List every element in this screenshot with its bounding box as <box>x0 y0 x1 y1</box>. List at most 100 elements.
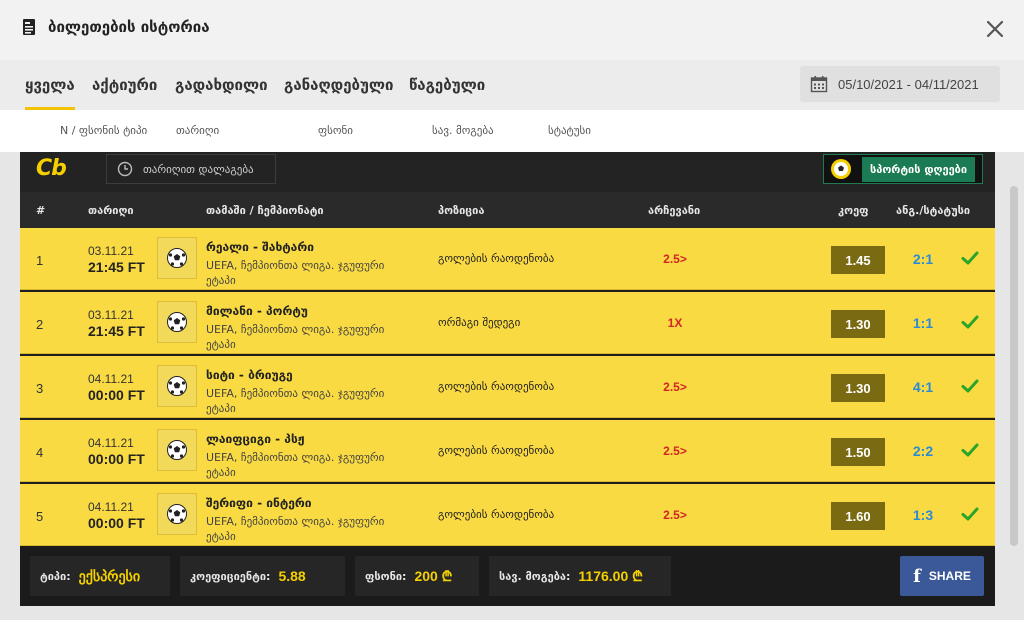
ticket-toolbar: Cb თარიღით დალაგება სპორტის დღეები <box>20 152 995 192</box>
row-odds: 1.30 <box>831 374 885 402</box>
check-icon <box>960 440 980 460</box>
row-league: UEFA, ჩემპიონთა ლიგა. ჯგუფური ეტაპი <box>206 451 385 479</box>
ticket-potential-win: სავ. მოგება: 1176.00 ₾ <box>489 556 671 596</box>
check-icon <box>960 248 980 268</box>
table-row[interactable]: 4 04.11.21 00:00 FT ლაიფციგი - პსჟ UEFA,… <box>20 420 995 482</box>
date-range-picker[interactable]: 05/10/2021 - 04/11/2021 <box>800 66 1000 102</box>
sort-by-date-button[interactable]: თარიღით დალაგება <box>106 154 276 184</box>
check-icon <box>960 312 980 332</box>
row-outcome: 2.5> <box>663 252 687 266</box>
row-num: 4 <box>36 445 44 460</box>
col-status: სტატუსი <box>548 124 591 137</box>
ticket-type: ტიპი: ექსპრესი <box>30 556 170 596</box>
row-time: 21:45 FT <box>88 259 145 275</box>
row-league: UEFA, ჩემპიონთა ლიგა. ჯგუფური ეტაპი <box>206 323 385 351</box>
row-outcome: 2.5> <box>663 508 687 522</box>
row-teams: ლაიფციგი - პსჟ <box>206 432 305 446</box>
row-outcome: 2.5> <box>663 444 687 458</box>
facebook-icon: f <box>913 565 921 587</box>
tab-active[interactable]: აქტიური <box>92 76 157 94</box>
calendar-icon <box>810 75 828 93</box>
soccer-ball-icon <box>157 301 197 343</box>
clock-icon <box>117 161 133 177</box>
row-teams: სიტი - ბრიუგე <box>206 368 293 382</box>
th-event: თამაში / ჩემპიონატი <box>206 204 324 217</box>
row-time: 00:00 FT <box>88 451 145 467</box>
row-date: 04.11.21 <box>88 372 134 386</box>
th-result: ანგ./სტატუსი <box>896 204 971 217</box>
row-market: გოლების რაოდენობა <box>438 508 555 521</box>
row-market: გოლების რაოდენობა <box>438 444 555 457</box>
row-date: 04.11.21 <box>88 436 134 450</box>
row-time: 00:00 FT <box>88 387 145 403</box>
row-odds: 1.45 <box>831 246 885 274</box>
ticket-doc-icon <box>22 18 36 36</box>
row-teams: შერიფი - ინტერი <box>206 496 312 510</box>
modal-title-text: ბილეთების ისტორია <box>48 18 210 36</box>
potential-win-value: 1176.00 ₾ <box>578 567 643 584</box>
stake-value: 200 ₾ <box>414 567 453 584</box>
date-range-value: 05/10/2021 - 04/11/2021 <box>838 76 979 92</box>
scrollbar[interactable] <box>1010 186 1018 546</box>
table-row[interactable]: 1 03.11.21 21:45 FT რეალი - შახტარი UEFA… <box>20 228 995 290</box>
potential-win-label: სავ. მოგება: <box>499 569 571 583</box>
ticket-list[interactable]: Cb თარიღით დალაგება სპორტის დღეები # თარ… <box>0 152 1024 620</box>
row-score: 2:1 <box>912 251 934 267</box>
tab-paid[interactable]: გადახდილი <box>175 76 268 94</box>
soccer-ball-icon <box>157 237 197 279</box>
th-outcome: არჩევანი <box>648 204 701 217</box>
soccer-ball-icon <box>157 493 197 535</box>
ticket-table-header: # თარიღი თამაში / ჩემპიონატი პოზიცია არჩ… <box>20 192 995 228</box>
row-outcome: 1X <box>667 316 683 330</box>
soccer-ball-icon <box>830 158 852 180</box>
row-outcome: 2.5> <box>663 380 687 394</box>
ticket-coefficient: კოეფიციენტი: 5.88 <box>180 556 345 596</box>
row-market: ორმაგი შედეგი <box>438 316 521 329</box>
row-date: 04.11.21 <box>88 500 134 514</box>
modal-title: ბილეთების ისტორია <box>22 18 210 36</box>
row-odds: 1.30 <box>831 310 885 338</box>
tab-cashed-out[interactable]: განაღდებული <box>284 76 393 94</box>
ticket-summary: ტიპი: ექსპრესი კოეფიციენტი: 5.88 ფსონი: … <box>20 546 995 606</box>
soccer-ball-icon <box>157 429 197 471</box>
tab-all[interactable]: ყველა <box>25 76 75 110</box>
coefficient-label: კოეფიციენტი: <box>190 569 271 583</box>
table-row[interactable]: 3 04.11.21 00:00 FT სიტი - ბრიუგე UEFA, … <box>20 356 995 418</box>
modal-header: ბილეთების ისტორია <box>0 0 1024 60</box>
row-num: 5 <box>36 509 44 524</box>
th-date: თარიღი <box>88 204 134 217</box>
row-teams: რეალი - შახტარი <box>206 240 314 254</box>
row-date: 03.11.21 <box>88 308 134 322</box>
row-market: გოლების რაოდენობა <box>438 252 555 265</box>
facebook-share-button[interactable]: f SHARE <box>900 556 984 596</box>
row-time: 00:00 FT <box>88 515 145 531</box>
th-num: # <box>36 204 46 217</box>
row-date: 03.11.21 <box>88 244 134 258</box>
col-potential-win: სავ. მოგება <box>432 124 494 137</box>
row-num: 3 <box>36 381 44 396</box>
ticket-type-label: ტიპი: <box>40 569 71 583</box>
soccer-ball-icon <box>157 365 197 407</box>
row-score: 4:1 <box>912 379 934 395</box>
row-num: 1 <box>36 253 44 268</box>
row-league: UEFA, ჩემპიონთა ლიგა. ჯგუფური ეტაპი <box>206 387 385 415</box>
sports-days-button[interactable]: სპორტის დღეები <box>823 154 983 184</box>
close-icon[interactable] <box>984 18 1006 40</box>
sports-days-label: სპორტის დღეები <box>862 156 976 182</box>
row-score: 1:3 <box>912 507 934 523</box>
row-score: 1:1 <box>912 315 934 331</box>
ticket-type-value: ექსპრესი <box>78 567 141 584</box>
ticket-stake: ფსონი: 200 ₾ <box>355 556 479 596</box>
row-score: 2:2 <box>912 443 934 459</box>
table-row[interactable]: 5 04.11.21 00:00 FT შერიფი - ინტერი UEFA… <box>20 484 995 546</box>
row-time: 21:45 FT <box>88 323 145 339</box>
col-date: თარიღი <box>176 124 220 137</box>
th-odds: კოეფ <box>838 204 869 217</box>
sort-label: თარიღით დალაგება <box>143 162 254 176</box>
brand-logo: Cb <box>36 156 67 181</box>
tab-lost[interactable]: წაგებული <box>409 76 485 94</box>
row-league: UEFA, ჩემპიონთა ლიგა. ჯგუფური ეტაპი <box>206 515 385 543</box>
row-market: გოლების რაოდენობა <box>438 380 555 393</box>
row-num: 2 <box>36 317 44 332</box>
table-row[interactable]: 2 03.11.21 21:45 FT მილანი - პორტუ UEFA,… <box>20 292 995 354</box>
